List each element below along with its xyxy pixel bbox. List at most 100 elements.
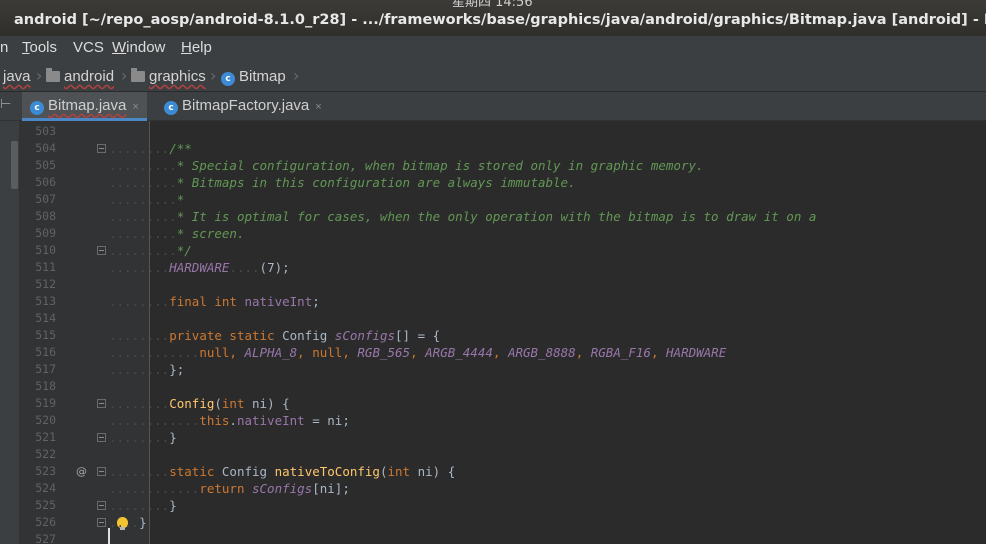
fold-icon[interactable] [97, 246, 106, 255]
menu-item-run-label: n [0, 39, 9, 56]
code-line: 524 ............return sConfigs[ni]; [0, 480, 986, 497]
line-number: 516 [35, 345, 56, 359]
menu-bar: n Tools VCS Window Help [0, 36, 986, 61]
line-number: 504 [35, 141, 56, 155]
code-text: ........HARDWARE....(7); [109, 260, 290, 275]
chevron-right-icon: › [36, 66, 43, 85]
line-number: 524 [35, 481, 56, 495]
chevron-right-icon: › [293, 66, 300, 85]
code-line: 525 ........} [0, 497, 986, 514]
menu-item-tools-mnemonic: T [22, 39, 30, 56]
close-icon[interactable]: × [315, 101, 321, 113]
tab-label: BitmapFactory.java [182, 97, 310, 114]
menu-item-help-label: elp [191, 39, 212, 56]
breadcrumb-android-label: android [64, 68, 115, 85]
line-number: 505 [35, 158, 56, 172]
text-cursor [108, 528, 110, 544]
override-icon[interactable]: @ [76, 463, 87, 480]
code-text: ......../** [109, 141, 192, 156]
code-line: 506 .........* Bitmaps in this configura… [0, 174, 986, 191]
code-line: 509 .........* screen. [0, 225, 986, 242]
tab-scroll-left-icon[interactable]: ⊢ [0, 97, 16, 115]
tab-bitmap-java[interactable]: c Bitmap.java × [22, 92, 147, 121]
menu-item-window-mnemonic: W [112, 39, 127, 56]
code-text: ............return sConfigs[ni]; [109, 481, 350, 496]
code-text: ........static Config nativeToConfig(int… [109, 464, 456, 479]
menu-item-help-mnemonic: H [181, 39, 192, 56]
breadcrumb: java › android › graphics › c Bitmap › [0, 61, 986, 92]
code-line: 503 [0, 123, 986, 140]
code-line: 526 ....} [0, 514, 986, 531]
breadcrumb-java-label: java [3, 68, 31, 85]
line-number: 517 [35, 362, 56, 376]
code-line: 515 ........private static Config sConfi… [0, 327, 986, 344]
fold-icon[interactable] [97, 144, 106, 153]
menu-item-vcs-label: VCS [73, 39, 104, 56]
code-text: ............this.nativeInt = ni; [109, 413, 350, 428]
close-icon[interactable]: × [132, 101, 138, 113]
code-line: 521 ........} [0, 429, 986, 446]
breadcrumb-item-bitmap[interactable]: c Bitmap [221, 68, 286, 86]
breadcrumb-item-java[interactable]: java [3, 68, 31, 85]
code-line: 505 .........* Special configuration, wh… [0, 157, 986, 174]
code-line: 511 ........HARDWARE....(7); [0, 259, 986, 276]
menu-item-window[interactable]: Window [112, 39, 165, 56]
code-line: 504 ......../** [0, 140, 986, 157]
code-text: ........}; [109, 362, 185, 377]
folder-icon [46, 68, 60, 82]
code-line: 508 .........* It is optimal for cases, … [0, 208, 986, 225]
code-line: 512 [0, 276, 986, 293]
window-title: android [~/repo_aosp/android-8.1.0_r28] … [14, 12, 986, 28]
fold-icon[interactable] [97, 399, 106, 408]
menu-item-tools[interactable]: Tools [22, 39, 57, 56]
code-line: 518 [0, 378, 986, 395]
class-icon: c [221, 72, 235, 86]
line-number: 522 [35, 447, 56, 461]
code-text: ........} [109, 498, 177, 513]
line-number: 521 [35, 430, 56, 444]
code-text: ............null, ALPHA_8, null, RGB_565… [109, 345, 727, 360]
code-text: ........final int nativeInt; [109, 294, 320, 309]
code-text: .........*/ [109, 243, 192, 258]
menu-item-window-label: indow [126, 39, 166, 56]
line-number: 513 [35, 294, 56, 308]
line-number: 519 [35, 396, 56, 410]
fold-icon[interactable] [97, 467, 106, 476]
fold-icon[interactable] [97, 433, 106, 442]
window-titlebar: 星期四 14:56 android [~/repo_aosp/android-8… [0, 0, 986, 36]
code-line: 519 ........Config(int ni) { [0, 395, 986, 412]
folder-icon [131, 68, 145, 82]
code-line: 516 ............null, ALPHA_8, null, RGB… [0, 344, 986, 361]
line-number: 514 [35, 311, 56, 325]
code-text: .........* Bitmaps in this configuration… [109, 175, 576, 190]
menu-item-run[interactable]: n [0, 39, 8, 56]
breadcrumb-item-android[interactable]: android [46, 68, 114, 85]
line-number: 527 [35, 532, 56, 544]
breadcrumb-graphics-label: graphics [149, 68, 206, 85]
code-text: .........* screen. [109, 226, 245, 241]
code-line: 520 ............this.nativeInt = ni; [0, 412, 986, 429]
tab-label: Bitmap.java [48, 97, 127, 114]
chevron-right-icon: › [121, 66, 128, 85]
fold-icon[interactable] [97, 501, 106, 510]
tab-bitmapfactory-java[interactable]: c BitmapFactory.java × [156, 92, 330, 121]
breadcrumb-bitmap-label: Bitmap [239, 68, 286, 85]
line-number: 507 [35, 192, 56, 206]
fold-icon[interactable] [97, 518, 106, 527]
code-line: 514 [0, 310, 986, 327]
menu-item-help[interactable]: Help [181, 39, 212, 56]
code-line: 507 .........* [0, 191, 986, 208]
line-number: 512 [35, 277, 56, 291]
line-number: 506 [35, 175, 56, 189]
editor-tab-bar: ⊢ c Bitmap.java × c BitmapFactory.java × [0, 92, 986, 121]
chevron-right-icon: › [210, 66, 217, 85]
line-number: 509 [35, 226, 56, 240]
code-line: 517 ........}; [0, 361, 986, 378]
class-icon: c [164, 101, 178, 115]
breadcrumb-item-graphics[interactable]: graphics [131, 68, 206, 85]
line-number: 515 [35, 328, 56, 342]
line-number: 503 [35, 124, 56, 138]
menu-item-vcs[interactable]: VCS [73, 39, 104, 56]
code-text: ....} [109, 515, 147, 530]
line-number: 526 [35, 515, 56, 529]
